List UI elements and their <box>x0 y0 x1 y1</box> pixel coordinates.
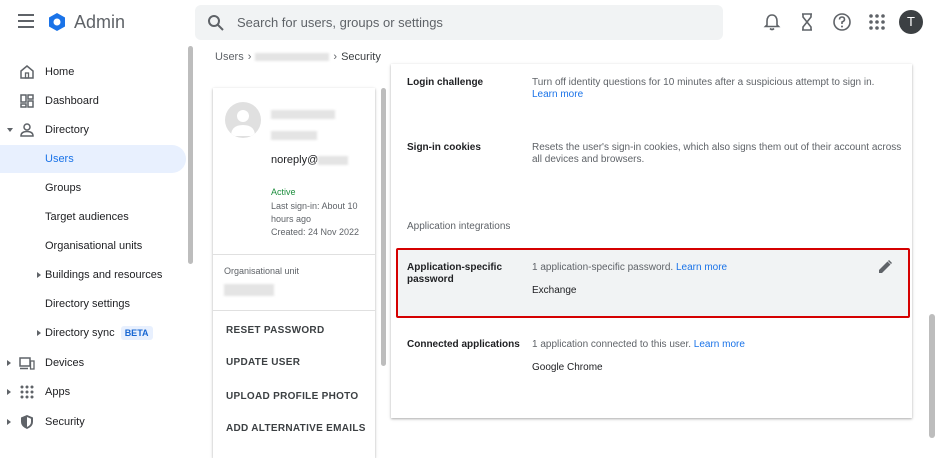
application-integrations-heading: Application integrations <box>407 221 511 232</box>
help-icon[interactable] <box>832 12 852 32</box>
menu-icon[interactable] <box>18 14 34 28</box>
breadcrumb-separator-icon: › <box>333 51 338 63</box>
redacted-first-name <box>271 110 335 119</box>
bell-icon[interactable] <box>762 12 782 32</box>
learn-more-link[interactable]: Learn more <box>532 89 583 100</box>
breadcrumb-current: Security <box>341 51 381 63</box>
search-bar[interactable] <box>195 5 723 40</box>
sidebar-item-label: Apps <box>45 386 71 398</box>
shield-icon <box>21 415 33 429</box>
chevron-down-icon[interactable] <box>7 128 13 132</box>
update-user-button[interactable]: UPDATE USER <box>226 357 300 368</box>
sidebar-item-groups[interactable]: Groups <box>0 174 186 202</box>
chevron-right-icon[interactable] <box>7 389 11 395</box>
avatar <box>225 102 261 138</box>
chevron-right-icon[interactable] <box>7 419 11 425</box>
add-alternative-emails-button[interactable]: ADD ALTERNATIVE EMAILS <box>226 423 366 434</box>
sidebar-item-buildings-and-resources[interactable]: Buildings and resources <box>0 261 186 289</box>
sidebar-item-label: Buildings and resources <box>45 269 163 281</box>
search-icon <box>208 15 224 31</box>
dashboard-icon <box>20 94 34 108</box>
sidebar-item-users[interactable]: Users <box>0 145 186 173</box>
sidebar-item-label: Directory settings <box>45 298 130 310</box>
login-challenge-title: Login challenge <box>407 77 484 88</box>
sidebar-item-label: Groups <box>45 182 82 194</box>
chevron-right-icon[interactable] <box>37 272 41 278</box>
sidebar-item-label: Users <box>45 153 74 165</box>
person-placeholder-icon <box>231 110 255 136</box>
sidebar-item-home[interactable]: Home <box>0 58 186 86</box>
connected-apps-title: Connected applications <box>407 339 520 350</box>
connected-apps-desc: 1 application connected to this user. Le… <box>532 339 745 350</box>
redacted-username[interactable] <box>255 53 330 62</box>
signin-cookies-desc: Resets the user's sign-in cookies, which… <box>532 142 902 165</box>
breadcrumb-users-link[interactable]: Users <box>215 51 244 63</box>
user-email: noreply@ <box>271 154 349 166</box>
chevron-right-icon[interactable] <box>7 360 11 366</box>
main-scrollbar[interactable] <box>929 314 935 438</box>
search-input[interactable] <box>237 5 707 40</box>
app-title[interactable]: Admin <box>74 12 125 33</box>
org-unit-label: Organisational unit <box>224 266 300 276</box>
devices-icon <box>19 357 35 370</box>
learn-more-link[interactable]: Learn more <box>676 262 727 273</box>
connected-app-entry: Google Chrome <box>532 362 603 373</box>
sidebar-item-label: Target audiences <box>45 211 129 223</box>
sidebar-item-label: Security <box>45 416 85 428</box>
sidebar-item-target-audiences[interactable]: Target audiences <box>0 203 186 231</box>
user-profile-card: noreply@ Active Last sign-in: About 10 h… <box>213 88 375 458</box>
sidebar-item-label: Devices <box>45 357 85 369</box>
apps-grid-icon <box>20 385 34 399</box>
signin-cookies-title[interactable]: Sign-in cookies <box>407 142 481 154</box>
pencil-edit-icon[interactable] <box>877 259 893 275</box>
upload-profile-photo-button[interactable]: UPLOAD PROFILE PHOTO <box>226 391 359 402</box>
sidebar-item-label: Home <box>45 66 75 78</box>
beta-badge: BETA <box>120 326 153 341</box>
sidebar-item-dashboard[interactable]: Dashboard <box>0 87 186 115</box>
sidebar-item-directory[interactable]: Directory <box>0 116 186 144</box>
sidebar-item-label: Dashboard <box>45 95 99 107</box>
app-specific-password-title: Application-specific password <box>407 262 503 285</box>
hourglass-icon[interactable] <box>797 12 817 32</box>
profile-scrollbar[interactable] <box>381 88 386 366</box>
login-challenge-desc: Turn off identity questions for 10 minut… <box>532 77 875 100</box>
account-avatar[interactable]: T <box>899 10 923 34</box>
app-specific-password-desc: 1 application-specific password. Learn m… <box>532 262 728 273</box>
sidebar-item-directory-settings[interactable]: Directory settings <box>0 290 186 318</box>
divider <box>213 254 375 255</box>
sidebar-item-security[interactable]: Security <box>0 408 186 436</box>
divider <box>213 310 375 311</box>
created-date: Created: 24 Nov 2022 <box>271 227 360 237</box>
top-bar: Admin T <box>0 0 940 44</box>
sidebar-scrollbar[interactable] <box>188 46 193 264</box>
apps-grid-icon[interactable] <box>867 12 887 32</box>
person-icon <box>20 123 34 137</box>
last-signin-text: Last sign-in: About 10 hours ago <box>271 201 358 224</box>
redacted-org-unit <box>224 284 274 296</box>
learn-more-link[interactable]: Learn more <box>694 339 745 350</box>
chevron-right-icon[interactable] <box>37 330 41 336</box>
main-content: Users › › Security noreply@ Active Last sig… <box>196 44 940 458</box>
breadcrumb: Users › › Security <box>215 51 381 63</box>
breadcrumb-separator-icon: › <box>247 51 252 63</box>
redacted-last-name <box>271 131 317 140</box>
status-badge: Active <box>271 187 296 197</box>
sidebar-item-label: Organisational units <box>45 240 143 252</box>
sidebar-item-label: Directory sync <box>45 327 115 339</box>
sidebar: Home Dashboard Directory Users Groups Ta… <box>0 44 190 458</box>
sidebar-item-directory-sync[interactable]: Directory sync BETA <box>0 319 186 347</box>
sidebar-item-label: Directory <box>45 124 90 136</box>
admin-logo-icon[interactable] <box>47 12 67 32</box>
sidebar-item-apps[interactable]: Apps <box>0 378 186 406</box>
sidebar-item-devices[interactable]: Devices <box>0 349 186 377</box>
home-icon <box>20 65 34 79</box>
security-settings-card: Login challenge Turn off identity questi… <box>391 64 912 418</box>
app-password-entry: Exchange <box>532 285 577 296</box>
sidebar-item-organisational-units[interactable]: Organisational units <box>0 232 186 260</box>
reset-password-button[interactable]: RESET PASSWORD <box>226 325 324 336</box>
